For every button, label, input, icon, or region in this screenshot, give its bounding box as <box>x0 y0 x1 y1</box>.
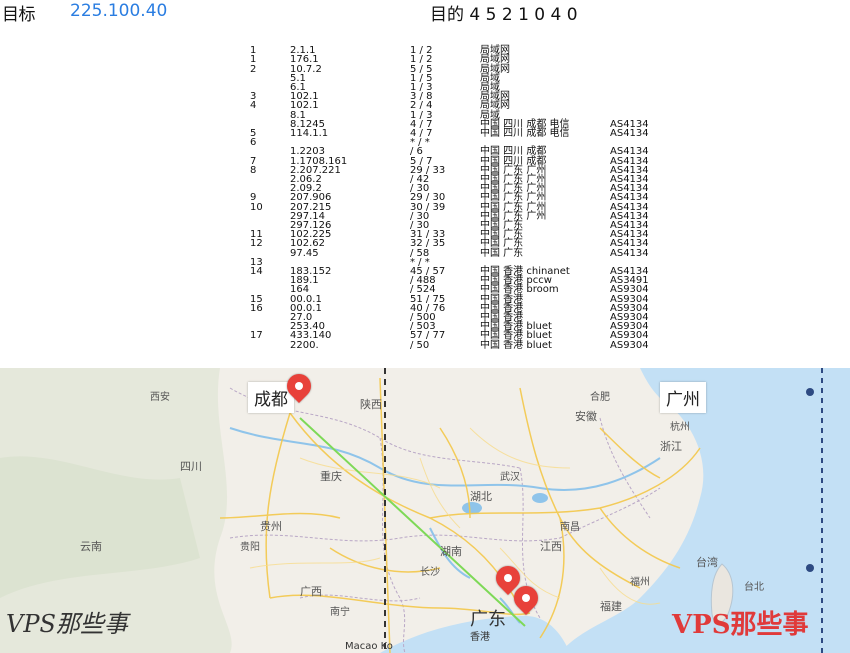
pin-label-dest: 广州 <box>660 382 706 413</box>
city-hefei: 合肥 <box>590 392 610 403</box>
region-fujian: 福建 <box>600 600 622 613</box>
region-guizhou: 贵州 <box>260 520 282 533</box>
dest-pin-2[interactable] <box>509 581 543 622</box>
trace-loc: 中国 香港 bluet <box>480 339 552 351</box>
city-hangzhou: 杭州 <box>670 422 690 433</box>
region-yunnan: 云南 <box>80 540 102 553</box>
traceroute-table: 1 2.1.1 1 / 2 局域网 1 176.1 1 / 2 局域网 2 10.7.2 5 / 5… <box>0 36 850 356</box>
region-taiwan: 台湾 <box>696 556 718 569</box>
city-nanchang: 南昌 <box>560 522 580 533</box>
city-guiyang: 贵阳 <box>240 542 260 553</box>
region-sichuan: 四川 <box>180 460 202 473</box>
region-hubei: 湖北 <box>470 490 492 503</box>
city-nanning: 南宁 <box>330 607 350 618</box>
region-guangxi: 广西 <box>300 585 322 598</box>
region-hongkong: 香港 <box>470 632 490 643</box>
watermark-logo: VPS那些事 <box>6 610 128 638</box>
city-xian: 西安 <box>150 392 170 403</box>
region-chongqing: 重庆 <box>320 470 342 483</box>
region-shaanxi: 陕西 <box>360 398 382 411</box>
trace-ip: 2200. <box>290 339 319 351</box>
route-map[interactable]: 陕西 西安 湖北 武汉 湖南 长沙 江西 南昌 福建 福州 浙江 杭州 安徽 合… <box>0 368 850 653</box>
trace-time: / 50 <box>410 339 430 351</box>
marker-point <box>806 564 814 572</box>
target-label: 目标 <box>2 5 36 25</box>
city-changsha: 长沙 <box>420 567 440 578</box>
region-zhejiang: 浙江 <box>660 440 682 453</box>
origin-pin[interactable] <box>282 369 316 410</box>
city-fuzhou: 福州 <box>630 577 650 588</box>
city-wuhan: 武汉 <box>500 472 520 483</box>
pin-dot <box>504 574 512 582</box>
dest-title: 目的 4 5 2 1 0 4 0 <box>430 5 578 25</box>
trace-asn: AS9304 <box>610 339 649 351</box>
region-hunan: 湖南 <box>440 545 462 558</box>
marker-point <box>806 388 814 396</box>
traceroute-panel: 目标 225.100.40 目的 4 5 2 1 0 4 0 1 2.1.1 1 /… <box>0 0 850 368</box>
region-jiangxi: 江西 <box>540 540 562 553</box>
watermark-brand: VPS那些事 <box>672 610 809 640</box>
pin-dot <box>522 594 530 602</box>
city-taipei: 台北 <box>744 582 764 593</box>
pin-dot <box>295 382 303 390</box>
region-anhui: 安徽 <box>575 410 597 423</box>
target-ip-link[interactable]: 225.100.40 <box>70 1 167 21</box>
region-macao: Macao Ko <box>345 641 393 652</box>
trace-row: 2200. / 50 中国 香港 bluet AS9304 <box>0 340 850 352</box>
